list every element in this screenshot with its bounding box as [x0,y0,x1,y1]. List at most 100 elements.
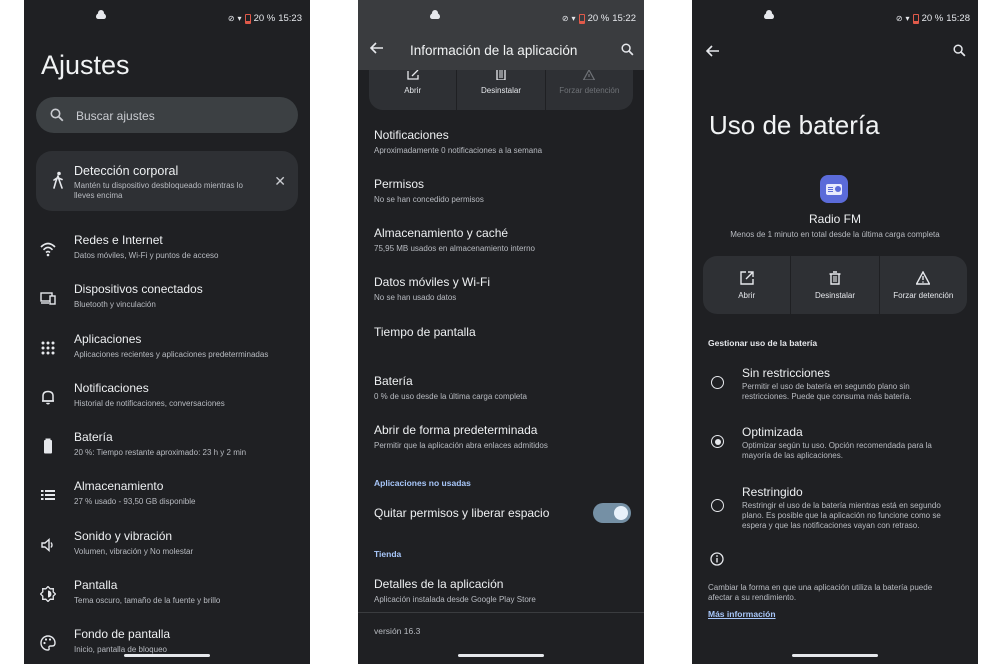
trash-icon [496,70,506,80]
uninstall-label: Desinstalar [814,291,855,300]
info-item-battery[interactable]: Batería 0 % de uso desde la última carga… [358,374,644,420]
open-label: Abrir [404,86,422,95]
settings-item-network[interactable]: Redes e Internet Datos móviles, Wi-Fi y … [24,227,310,275]
info-icon [710,552,724,566]
settings-item-notifications[interactable]: Notificaciones Historial de notificacion… [24,375,310,423]
uninstall-button[interactable]: Desinstalar [457,70,546,110]
settings-item-subtitle: 27 % usado - 93,50 GB disponible [74,497,196,506]
section-header-unused-apps: Aplicaciones no usadas [374,478,471,488]
version-label: versión 16.3 [374,626,421,636]
section-header-store: Tienda [374,549,402,559]
close-icon[interactable]: ✕ [274,173,286,189]
settings-item-display[interactable]: Pantalla Tema oscuro, tamaño de la fuent… [24,572,310,620]
option-title: Restringido [742,485,803,499]
settings-item-battery[interactable]: Batería 20 %: Tiempo restante aproximado… [24,424,310,472]
settings-item-connected-devices[interactable]: Dispositivos conectados Bluetooth y vinc… [24,276,310,324]
option-title: Sin restricciones [742,366,831,380]
force-stop-label: Forzar detención [559,86,620,95]
open-button[interactable]: Abrir [369,70,458,110]
footer-note: Cambiar la forma en que una aplicación u… [708,583,933,602]
settings-item-storage[interactable]: Almacenamiento 27 % usado - 93,50 GB dis… [24,473,310,521]
uninstall-label: Desinstalar [480,86,521,95]
search-input[interactable] [74,105,288,127]
settings-item-wallpaper[interactable]: Fondo de pantalla Inicio, pantalla de bl… [24,621,310,664]
top-app-bar: ⊘ ▾ 20 % 15:22 Información de la aplicac… [358,0,644,70]
wifi-icon [40,242,56,257]
settings-item-subtitle: Volumen, vibración y No molestar [74,547,194,556]
suggestion-title: Detección corporal [74,164,179,178]
back-arrow-icon[interactable] [370,42,384,54]
dismiss-button[interactable]: ✕ [274,173,286,190]
app-actions-bar: Abrir Desinstalar Forzar detención [369,70,633,110]
app-usage-summary: Menos de 1 minuto en total desde la últi… [730,230,940,239]
info-item-subtitle: Permitir que la aplicación abra enlaces … [374,441,548,450]
info-item-subtitle: 75,95 MB usados en almacenamiento intern… [374,244,535,253]
info-item-notifications[interactable]: Notificaciones Aproximadamente 0 notific… [358,128,644,174]
info-item-title: Batería [374,374,413,388]
gesture-nav-handle[interactable] [124,654,210,657]
info-item-storage[interactable]: Almacenamiento y caché 75,95 MB usados e… [358,226,644,272]
cloud-icon [764,10,774,19]
option-description: Optimizar según tu uso. Opción recomenda… [742,441,932,460]
settings-item-title: Notificaciones [74,381,149,395]
walking-person-icon [53,171,63,189]
brightness-icon [40,586,56,602]
gesture-nav-handle[interactable] [792,654,878,657]
connected-devices-icon [40,292,56,305]
battery-usage-screen: ⊘ ▾ 20 % 15:28 Uso de batería Radio FM M… [692,0,978,664]
wifi-status-icon: ▾ [237,14,242,23]
warning-icon [916,271,931,285]
info-item-title: Datos móviles y Wi-Fi [374,275,491,289]
open-external-icon [407,70,419,80]
info-item-title: Detalles de la aplicación [374,577,504,591]
clock: 15:22 [612,13,636,24]
clock: 15:23 [278,13,302,24]
info-item-open-by-default[interactable]: Abrir de forma predeterminada Permitir q… [358,423,644,469]
app-actions-bar: Abrir Desinstalar Forzar detención [703,256,967,314]
divider [358,612,644,613]
option-description: Permitir el uso de batería en segundo pl… [742,382,912,401]
info-item-subtitle: Aproximadamente 0 notificaciones a la se… [374,146,543,155]
gesture-nav-handle[interactable] [458,654,544,657]
wifi-status-icon: ▾ [571,14,576,23]
settings-item-sound[interactable]: Sonido y vibración Volumen, vibración y … [24,523,310,571]
radio-optimized[interactable] [711,435,724,448]
status-bar: ⊘ ▾ 20 % 15:23 [24,0,310,34]
pause-app-activity-toggle[interactable] [593,503,631,523]
info-item-app-details[interactable]: Detalles de la aplicación Aplicación ins… [358,577,644,623]
settings-item-subtitle: Historial de notificaciones, conversacio… [74,399,225,408]
settings-item-title: Redes e Internet [74,233,163,247]
search-bar[interactable] [36,97,298,133]
force-stop-button[interactable]: Forzar detención [880,256,967,314]
status-bar: ⊘ ▾ 20 % 15:28 [692,0,978,34]
force-stop-button[interactable]: Forzar detención [546,70,633,110]
back-arrow-icon[interactable] [706,45,720,57]
info-item-subtitle: 0 % de uso desde la última carga complet… [374,392,527,401]
info-item-title: Almacenamiento y caché [374,226,509,240]
settings-item-apps[interactable]: Aplicaciones Aplicaciones recientes y ap… [24,326,310,374]
dnd-off-icon: ⊘ [227,14,235,23]
toggle-label: Quitar permisos y liberar espacio [374,506,550,520]
settings-item-title: Sonido y vibración [74,529,173,543]
radio-restricted[interactable] [711,499,724,512]
app-info-screen: ⊘ ▾ 20 % 15:22 Información de la aplicac… [358,0,644,664]
battery-status-icon [578,13,585,24]
info-item-screen-time[interactable]: Tiempo de pantalla [358,325,644,371]
info-item-title: Permisos [374,177,425,191]
toggle-knob [614,506,628,520]
uninstall-button[interactable]: Desinstalar [791,256,880,314]
app-name: Radio FM [808,212,861,226]
settings-item-title: Almacenamiento [74,479,164,493]
radio-unrestricted[interactable] [711,376,724,389]
info-item-permissions[interactable]: Permisos No se han concedido permisos [358,177,644,223]
search-icon[interactable] [621,43,634,56]
page-title: Información de la aplicación [410,43,578,58]
info-item-mobile-data[interactable]: Datos móviles y Wi-Fi No se han usado da… [358,275,644,321]
search-icon[interactable] [953,44,966,57]
more-info-link[interactable]: Más información [708,609,776,619]
suggestion-card[interactable]: Detección corporal Mantén tu dispositivo… [36,151,298,211]
battery-status-icon [912,13,919,24]
section-header-manage-battery: Gestionar uso de la batería [708,338,818,348]
settings-item-title: Aplicaciones [74,332,142,346]
open-button[interactable]: Abrir [703,256,792,314]
